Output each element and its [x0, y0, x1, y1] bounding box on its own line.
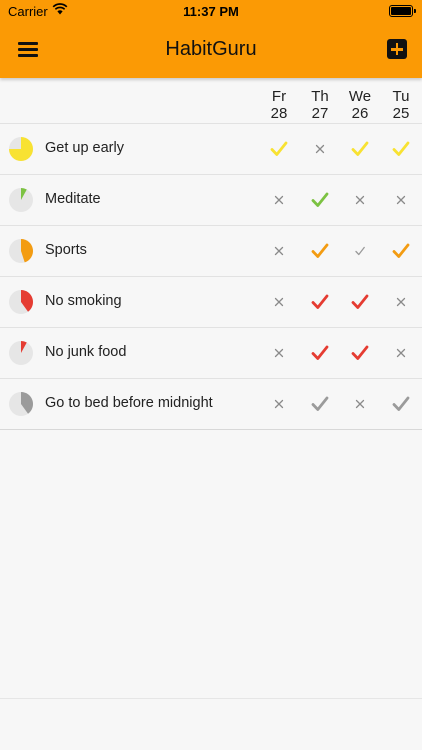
habit-row[interactable]: Get up early: [0, 123, 422, 174]
checkmark-icon[interactable]: [308, 341, 332, 365]
progress-pie-icon: [9, 392, 33, 416]
cross-icon[interactable]: [389, 341, 413, 365]
progress-pie-icon: [9, 341, 33, 365]
cross-icon[interactable]: [267, 239, 291, 263]
light-checkmark-icon[interactable]: [348, 239, 372, 263]
status-time: 11:37 PM: [183, 4, 239, 19]
day-date: 27: [311, 105, 329, 122]
checkmark-icon[interactable]: [348, 137, 372, 161]
habit-name: Go to bed before midnight: [45, 395, 213, 411]
checkmark-icon[interactable]: [308, 392, 332, 416]
day-of-week: Fr: [271, 88, 287, 105]
day-of-week: Th: [311, 88, 329, 105]
habit-name: Meditate: [45, 191, 101, 207]
progress-pie-icon: [9, 290, 33, 314]
cross-icon[interactable]: [267, 290, 291, 314]
progress-pie-icon: [9, 137, 33, 161]
cross-icon[interactable]: [389, 290, 413, 314]
day-header: Tu 25: [381, 88, 421, 122]
status-bar: Carrier 11:37 PM: [0, 0, 422, 22]
divider: [0, 698, 422, 699]
cross-icon[interactable]: [308, 137, 332, 161]
checkmark-icon[interactable]: [308, 239, 332, 263]
day-header: Fr 28: [259, 88, 299, 122]
habit-row[interactable]: Sports: [0, 225, 422, 276]
add-habit-button[interactable]: [387, 39, 407, 59]
day-date: 28: [270, 105, 288, 122]
day-header: Th 27: [300, 88, 340, 122]
checkmark-icon[interactable]: [308, 290, 332, 314]
checkmark-icon[interactable]: [308, 188, 332, 212]
checkmark-icon[interactable]: [389, 392, 413, 416]
day-of-week: Tu: [392, 88, 410, 105]
checkmark-icon[interactable]: [389, 137, 413, 161]
page-title: HabitGuru: [165, 38, 257, 60]
cross-icon[interactable]: [267, 188, 291, 212]
progress-pie-icon: [9, 239, 33, 263]
habit-name: Sports: [45, 242, 87, 258]
cross-icon[interactable]: [267, 341, 291, 365]
habit-name: Get up early: [45, 140, 124, 156]
checkmark-icon[interactable]: [389, 239, 413, 263]
progress-pie-icon: [9, 188, 33, 212]
cross-icon[interactable]: [267, 392, 291, 416]
day-date: 26: [351, 105, 369, 122]
app-header: Carrier 11:37 PM HabitGuru: [0, 0, 422, 78]
cross-icon[interactable]: [348, 188, 372, 212]
habit-row[interactable]: Meditate: [0, 174, 422, 225]
checkmark-icon[interactable]: [348, 290, 372, 314]
checkmark-icon[interactable]: [348, 341, 372, 365]
habit-name: No smoking: [45, 293, 122, 309]
habit-row[interactable]: Go to bed before midnight: [0, 378, 422, 430]
checkmark-icon[interactable]: [267, 137, 291, 161]
day-of-week: We: [348, 88, 372, 105]
day-header: We 26: [340, 88, 380, 122]
habit-row[interactable]: No smoking: [0, 276, 422, 327]
cross-icon[interactable]: [348, 392, 372, 416]
cross-icon[interactable]: [389, 188, 413, 212]
habit-name: No junk food: [45, 344, 127, 360]
habit-row[interactable]: No junk food: [0, 327, 422, 378]
day-date: 25: [392, 105, 410, 122]
battery-icon: [389, 5, 416, 17]
